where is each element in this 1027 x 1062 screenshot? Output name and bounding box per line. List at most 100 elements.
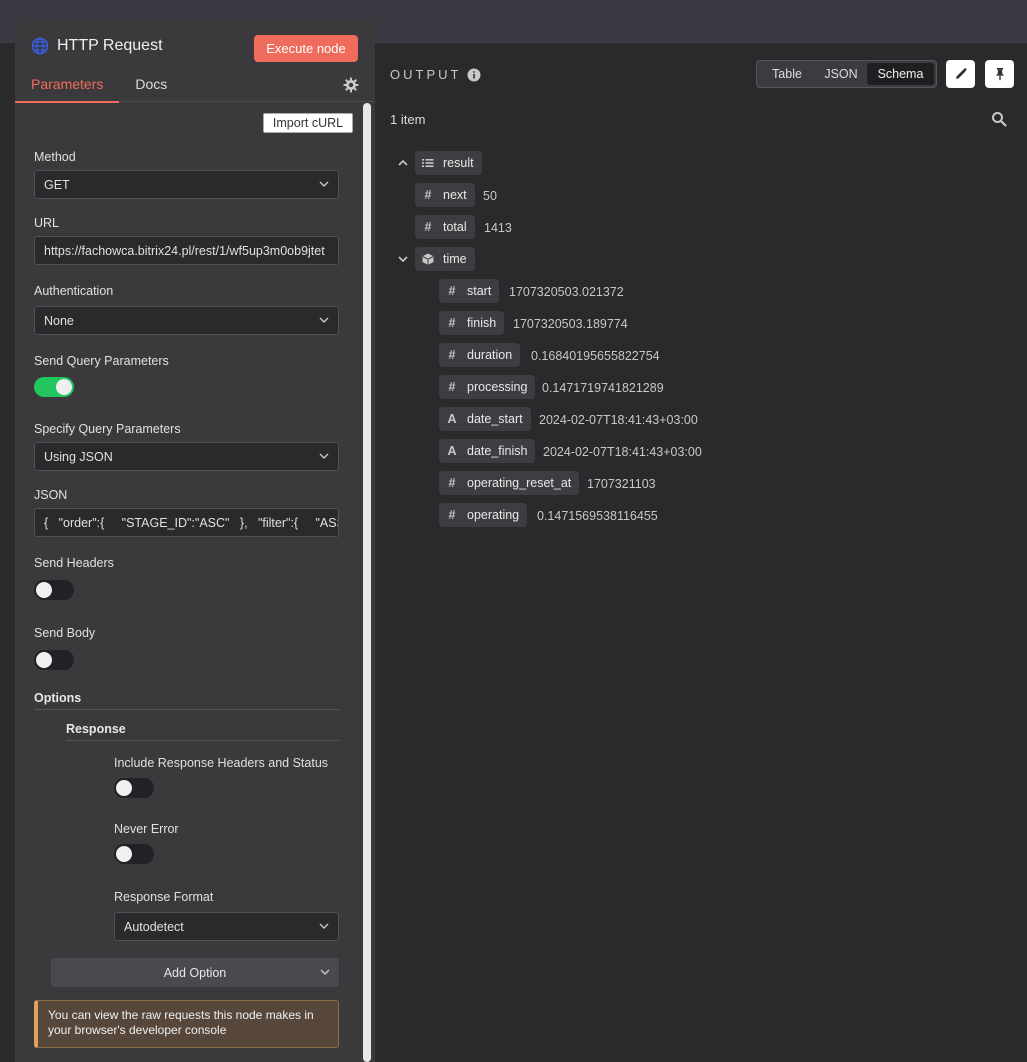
json-label: JSON bbox=[34, 488, 68, 502]
search-icon[interactable] bbox=[991, 111, 1007, 127]
view-json-button[interactable]: JSON bbox=[815, 63, 867, 85]
method-value: GET bbox=[44, 177, 70, 192]
response-heading: Response bbox=[66, 722, 126, 736]
specify-query-value: Using JSON bbox=[44, 449, 113, 464]
schema-value: 1413 bbox=[484, 221, 512, 235]
specify-query-select[interactable]: Using JSON bbox=[34, 442, 339, 471]
add-option-label: Add Option bbox=[163, 965, 227, 980]
globe-icon bbox=[31, 37, 49, 55]
string-type-icon: A bbox=[447, 412, 457, 426]
schema-key-label: operating_reset_at bbox=[467, 476, 572, 490]
number-type-icon: # bbox=[448, 284, 456, 298]
send-body-toggle[interactable] bbox=[34, 650, 74, 670]
url-label: URL bbox=[34, 216, 60, 230]
specify-query-label: Specify Query Parameters bbox=[34, 422, 181, 436]
authentication-value: None bbox=[44, 313, 74, 328]
response-format-select[interactable]: Autodetect bbox=[114, 912, 339, 941]
number-type-icon: # bbox=[424, 220, 432, 234]
send-headers-label: Send Headers bbox=[34, 556, 114, 570]
number-type-icon: # bbox=[448, 348, 456, 362]
developer-console-notice: You can view the raw requests this node … bbox=[34, 1000, 339, 1048]
schema-value: 0.16840195655822754 bbox=[531, 349, 660, 363]
schema-value: 0.1471569538116455 bbox=[537, 509, 658, 523]
schema-key-result[interactable]: result bbox=[415, 151, 482, 175]
add-option-button[interactable]: Add Option bbox=[51, 958, 339, 987]
schema-key-label: operating bbox=[467, 508, 520, 522]
send-query-label: Send Query Parameters bbox=[34, 354, 169, 368]
options-heading: Options bbox=[34, 691, 82, 705]
schema-key-total[interactable]: # total bbox=[415, 215, 475, 239]
panel-scrollbar[interactable] bbox=[363, 103, 371, 1062]
node-parameters-panel: HTTP Request Execute node Parameters Doc… bbox=[15, 19, 375, 1062]
schema-key-time[interactable]: time bbox=[415, 247, 475, 271]
toggle-knob bbox=[56, 379, 72, 395]
response-divider bbox=[66, 740, 339, 741]
schema-key-next[interactable]: # next bbox=[415, 183, 475, 207]
execute-node-button[interactable]: Execute node bbox=[254, 35, 358, 62]
authentication-select[interactable]: None bbox=[34, 306, 339, 335]
schema-key-label: start bbox=[467, 284, 492, 298]
node-title: HTTP Request bbox=[31, 37, 163, 55]
schema-value: 50 bbox=[483, 189, 497, 203]
schema-key-start[interactable]: # start bbox=[439, 279, 500, 303]
schema-key-label: date_start bbox=[467, 412, 523, 426]
schema-key-label: time bbox=[443, 252, 467, 266]
view-schema-button[interactable]: Schema bbox=[867, 63, 934, 85]
schema-key-label: duration bbox=[467, 348, 513, 362]
tab-docs[interactable]: Docs bbox=[119, 74, 183, 102]
output-title: OUTPUT bbox=[390, 67, 481, 82]
schema-key-duration[interactable]: # duration bbox=[439, 343, 521, 367]
number-type-icon: # bbox=[448, 476, 456, 490]
never-error-label: Never Error bbox=[114, 822, 179, 836]
schema-key-operating-reset-at[interactable]: # operating_reset_at bbox=[439, 471, 580, 495]
schema-key-processing[interactable]: # processing bbox=[439, 375, 536, 399]
schema-key-label: finish bbox=[467, 316, 497, 330]
include-headers-toggle[interactable] bbox=[114, 778, 154, 798]
pin-output-button[interactable] bbox=[985, 60, 1014, 88]
chevron-down-icon bbox=[320, 969, 330, 975]
panel-header: HTTP Request Execute node Parameters Doc… bbox=[15, 19, 375, 103]
number-type-icon: # bbox=[448, 380, 456, 394]
json-input[interactable]: { "order":{ "STAGE_ID":"ASC" }, "filter"… bbox=[34, 508, 339, 537]
schema-key-label: total bbox=[443, 220, 467, 234]
schema-value: 0.1471719741821289 bbox=[542, 381, 664, 395]
import-curl-button[interactable]: Import cURL bbox=[263, 113, 353, 133]
method-label: Method bbox=[34, 150, 76, 164]
number-type-icon: # bbox=[424, 188, 432, 202]
send-headers-toggle[interactable] bbox=[34, 580, 74, 600]
schema-key-label: result bbox=[443, 156, 474, 170]
send-body-label: Send Body bbox=[34, 626, 96, 640]
cube-icon bbox=[422, 253, 434, 265]
edit-output-button[interactable] bbox=[946, 60, 975, 88]
chevron-down-icon bbox=[319, 923, 329, 929]
schema-value: 1707320503.021372 bbox=[509, 285, 624, 299]
url-input[interactable]: https://fachowca.bitrix24.pl/rest/1/wf5u… bbox=[34, 236, 339, 265]
gear-icon[interactable] bbox=[343, 77, 359, 93]
schema-value: 2024-02-07T18:41:43+03:00 bbox=[539, 413, 698, 427]
chevron-down-icon bbox=[319, 317, 329, 323]
toggle-knob bbox=[36, 582, 52, 598]
number-type-icon: # bbox=[448, 316, 456, 330]
never-error-toggle[interactable] bbox=[114, 844, 154, 864]
view-table-button[interactable]: Table bbox=[759, 63, 815, 85]
info-icon[interactable] bbox=[467, 68, 481, 82]
tab-parameters[interactable]: Parameters bbox=[15, 74, 120, 103]
chevron-down-icon bbox=[319, 181, 329, 187]
panel-tabs: Parameters Docs bbox=[15, 74, 183, 103]
method-select[interactable]: GET bbox=[34, 170, 339, 199]
schema-value: 1707321103 bbox=[587, 477, 656, 491]
pencil-icon bbox=[955, 67, 967, 79]
schema-key-date-start[interactable]: A date_start bbox=[439, 407, 531, 431]
chevron-up-icon[interactable] bbox=[397, 157, 409, 169]
schema-key-operating[interactable]: # operating bbox=[439, 503, 528, 527]
schema-key-finish[interactable]: # finish bbox=[439, 311, 505, 335]
chevron-down-icon bbox=[319, 453, 329, 459]
pin-icon bbox=[995, 68, 1004, 81]
parameters-body: Import cURL Method GET URL https://facho… bbox=[15, 103, 360, 1062]
chevron-down-icon[interactable] bbox=[397, 253, 409, 265]
schema-value: 1707320503.189774 bbox=[513, 317, 628, 331]
send-query-toggle[interactable] bbox=[34, 377, 74, 397]
node-title-text: HTTP Request bbox=[57, 37, 163, 54]
toggle-knob bbox=[116, 780, 132, 796]
schema-key-date-finish[interactable]: A date_finish bbox=[439, 439, 536, 463]
